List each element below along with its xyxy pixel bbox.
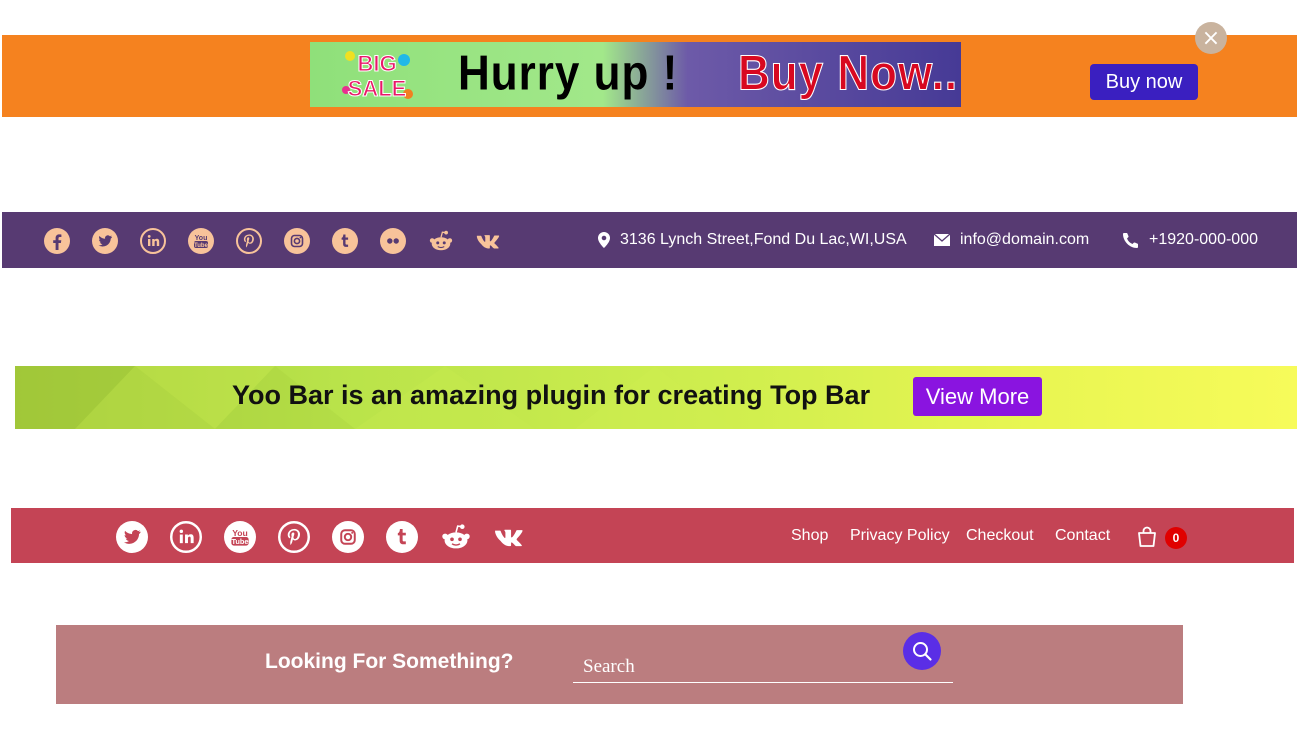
linkedin-icon[interactable] — [140, 228, 166, 254]
social-icons-row: You Tube — [116, 521, 526, 553]
buy-now-button[interactable]: Buy now — [1090, 64, 1198, 100]
linkedin-icon[interactable] — [170, 521, 202, 553]
search-button[interactable] — [903, 632, 941, 670]
view-more-button[interactable]: View More — [913, 377, 1042, 416]
nav-link-privacy-policy[interactable]: Privacy Policy — [850, 508, 950, 563]
phone-item[interactable]: +1920-000-000 — [1123, 212, 1258, 268]
svg-text:SALE: SALE — [348, 76, 407, 101]
tumblr-icon[interactable] — [386, 521, 418, 553]
search-input[interactable] — [573, 652, 953, 683]
twitter-icon[interactable] — [92, 228, 118, 254]
svg-text:You: You — [195, 235, 208, 242]
promo-message: Yoo Bar is an amazing plugin for creatin… — [232, 380, 871, 410]
map-pin-icon — [598, 232, 610, 248]
flickr-icon[interactable] — [380, 228, 406, 254]
banner-headline: Hurry up ! — [458, 46, 679, 101]
nav-top-bar: You Tube Shop Privacy Policy Checkout Con… — [11, 508, 1294, 563]
promo-top-bar: Yoo Bar is an amazing plugin for creatin… — [15, 366, 1297, 429]
pinterest-icon[interactable] — [278, 521, 310, 553]
facebook-icon[interactable] — [44, 228, 70, 254]
nav-link-contact[interactable]: Contact — [1055, 508, 1110, 563]
search-icon — [913, 642, 932, 661]
search-heading: Looking For Something? — [265, 650, 514, 673]
address-text: 3136 Lynch Street,Fond Du Lac,WI,USA — [620, 231, 907, 248]
close-icon[interactable]: × — [1195, 22, 1227, 54]
youtube-icon[interactable]: You Tube — [224, 521, 256, 553]
nav-link-shop[interactable]: Shop — [791, 508, 828, 563]
phone-text[interactable]: +1920-000-000 — [1149, 231, 1258, 249]
address-item: 3136 Lynch Street,Fond Du Lac,WI,USA — [598, 212, 907, 268]
svg-text:BIG: BIG — [357, 51, 396, 76]
banner-headline-accent: Buy Now.. — [737, 45, 959, 101]
email-item[interactable]: info@domain.com — [934, 212, 1089, 268]
sale-banner-image[interactable]: BIG SALE Hurry up ! Buy Now.. — [310, 42, 961, 107]
vk-icon[interactable] — [476, 228, 502, 254]
envelope-icon — [934, 234, 950, 246]
svg-text:Tube: Tube — [231, 537, 248, 546]
reddit-icon[interactable] — [440, 521, 472, 553]
social-icons-row: You Tube — [44, 228, 502, 254]
vk-icon[interactable] — [494, 521, 526, 553]
youtube-icon[interactable]: You Tube — [188, 228, 214, 254]
tumblr-icon[interactable] — [332, 228, 358, 254]
nav-link-checkout[interactable]: Checkout — [966, 508, 1034, 563]
search-top-bar: Looking For Something? — [56, 625, 1183, 704]
sale-top-bar: BIG SALE Hurry up ! Buy Now.. Buy now × — [2, 22, 1297, 117]
twitter-icon[interactable] — [116, 521, 148, 553]
email-text[interactable]: info@domain.com — [960, 231, 1089, 249]
instagram-icon[interactable] — [284, 228, 310, 254]
pinterest-icon[interactable] — [236, 228, 262, 254]
big-sale-badge: BIG SALE — [338, 46, 416, 104]
instagram-icon[interactable] — [332, 521, 364, 553]
shopping-bag-icon[interactable] — [1135, 525, 1159, 549]
cart-count-badge: 0 — [1165, 527, 1187, 549]
reddit-icon[interactable] — [428, 228, 454, 254]
svg-text:Tube: Tube — [194, 243, 209, 249]
phone-icon — [1123, 233, 1138, 248]
contact-top-bar: You Tube 3136 Lynch Street,Fond Du Lac,WI… — [2, 212, 1297, 268]
